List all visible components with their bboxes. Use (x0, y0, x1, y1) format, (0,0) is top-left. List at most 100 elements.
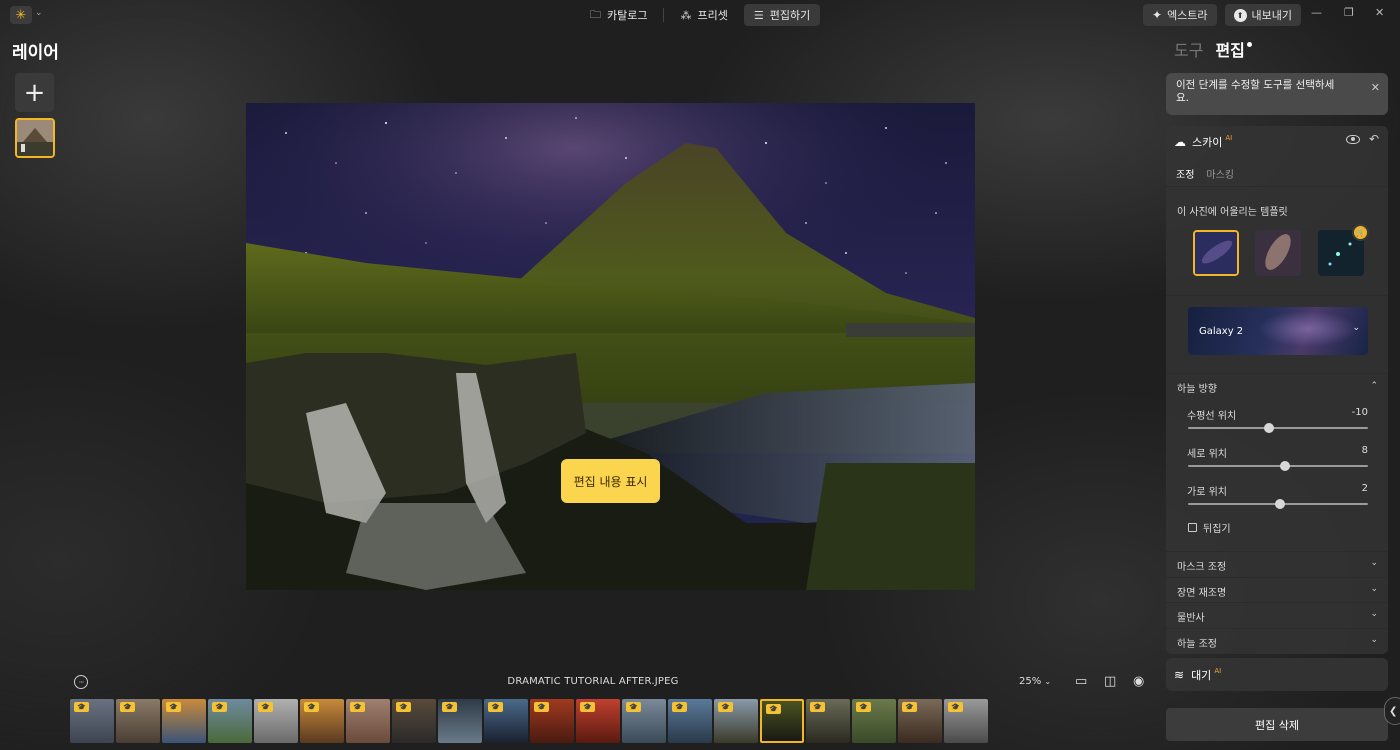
top-right-actions: ✦ 엑스트라 ⬆ 내보내기 (1143, 4, 1302, 26)
filmstrip-thumbnail[interactable]: 🎓 (300, 699, 344, 743)
tutorial-badge-icon: 🎓 (166, 702, 181, 712)
show-edits-button[interactable]: 편집 내용 표시 (561, 459, 660, 503)
filmstrip-thumbnail[interactable]: 🎓 (760, 699, 804, 743)
section-header[interactable]: 마스크 조정 (1177, 558, 1226, 573)
split-view-icon[interactable]: ◫ (1104, 674, 1116, 689)
chevron-down-icon[interactable]: ⌄ (1370, 609, 1378, 619)
chevron-down-icon[interactable]: ⌄ (35, 8, 43, 18)
filmstrip-thumbnail[interactable]: 🎓 (254, 699, 298, 743)
filmstrip-thumbnail[interactable]: 🎓 (898, 699, 942, 743)
chevron-down-icon[interactable]: ⌄ (1370, 584, 1378, 594)
filmstrip-thumbnail[interactable]: 🎓 (208, 699, 252, 743)
layers-title: 레이어 (12, 43, 59, 63)
filmstrip-thumbnail[interactable]: 🎓 (806, 699, 850, 743)
tutorial-badge-icon: 🎓 (766, 704, 781, 714)
file-name: DRAMATIC TUTORIAL AFTER.JPEG (507, 676, 679, 687)
divider (1166, 295, 1388, 296)
tutorial-badge-icon: 🎓 (396, 702, 411, 712)
extras-button[interactable]: ✦ 엑스트라 (1143, 4, 1217, 26)
slider-thumb[interactable] (1280, 461, 1291, 471)
undo-icon[interactable]: ↶ (1369, 132, 1379, 146)
section-header[interactable]: 하늘 조정 (1177, 635, 1217, 650)
close-window-icon[interactable]: ✕ (1375, 6, 1384, 19)
plus-icon: + (23, 77, 46, 108)
eye-icon[interactable]: ◉ (1133, 674, 1144, 689)
checkbox-box[interactable] (1188, 523, 1197, 532)
slider-thumb[interactable] (1274, 499, 1285, 509)
atmosphere-icon: ≋ (1174, 667, 1185, 682)
filmstrip-thumbnail[interactable]: 🎓 (714, 699, 758, 743)
flip-checkbox[interactable]: 뒤집기 (1188, 520, 1231, 535)
slider-track[interactable] (1188, 499, 1368, 509)
divider (1166, 628, 1388, 629)
filmstrip-thumbnail[interactable]: 🎓 (622, 699, 666, 743)
main-photo-canvas[interactable] (246, 103, 975, 590)
section-header[interactable]: 물반사 (1177, 609, 1205, 624)
chevron-up-icon[interactable]: ⌃ (1370, 381, 1378, 391)
zoom-value: 25% (1019, 676, 1042, 687)
edits-indicator-dot (1246, 42, 1252, 47)
compare-view-icon[interactable]: ▭ (1075, 674, 1087, 689)
filmstrip-thumbnail[interactable]: 🎓 (668, 699, 712, 743)
filmstrip-thumbnail[interactable]: 🎓 (162, 699, 206, 743)
filmstrip-thumbnail[interactable]: 🎓 (438, 699, 482, 743)
cloud-icon: ☁ (1174, 135, 1186, 149)
wait-tool-row[interactable]: ≋ 대기 AI (1166, 658, 1388, 691)
ai-badge: AI (1214, 666, 1222, 675)
eye-icon[interactable] (1346, 135, 1360, 144)
sky-orientation-title[interactable]: 하늘 방향 (1177, 380, 1217, 395)
chevron-down-icon[interactable]: ⌄ (1370, 558, 1378, 568)
chevron-down-icon[interactable]: ⌄ (1370, 635, 1378, 645)
layer-thumbnail[interactable] (15, 118, 55, 158)
nav-edit-button[interactable]: ☰ 편집하기 (743, 4, 821, 26)
nav-presets-button[interactable]: ⁂ 프리셋 (670, 4, 737, 26)
slider-thumb[interactable] (1264, 423, 1274, 433)
delete-edits-button[interactable]: 편집 삭제 (1166, 708, 1388, 741)
filmstrip-thumbnail[interactable]: 🎓 (944, 699, 988, 743)
tutorial-badge-icon: 🎓 (120, 702, 135, 712)
close-icon[interactable]: ✕ (1371, 81, 1380, 94)
filmstrip-thumbnail[interactable]: 🎓 (346, 699, 390, 743)
tutorial-badge-icon: 🎓 (902, 702, 917, 712)
nav-catalog-button[interactable]: 🗀 카탈로그 (580, 4, 657, 26)
filmstrip-thumbnail[interactable]: 🎓 (116, 699, 160, 743)
tutorial-badge-icon: 🎓 (718, 702, 733, 712)
template-1[interactable] (1193, 230, 1239, 276)
filmstrip-thumbnail[interactable]: 🎓 (852, 699, 896, 743)
tutorial-badge-icon: 🎓 (810, 702, 825, 712)
nav-edit-label: 편집하기 (769, 9, 811, 22)
minimize-icon[interactable]: — (1311, 6, 1322, 19)
template-2[interactable] (1255, 230, 1301, 276)
hint-banner: 이전 단계를 수정할 도구를 선택하세요. ✕ (1166, 73, 1388, 115)
slider-track[interactable] (1188, 423, 1368, 433)
sun-logo-icon: ✳ (15, 7, 27, 23)
tab-adjust[interactable]: 조정 (1176, 166, 1194, 181)
sky-tool-header[interactable]: ☁ 스카이 AI ↶ (1166, 126, 1388, 158)
flip-label: 뒤집기 (1203, 524, 1231, 535)
slider-track[interactable] (1188, 461, 1368, 471)
templates-label: 이 사진에 어울리는 템플릿 (1177, 207, 1288, 218)
more-options-icon[interactable]: ··· (74, 675, 88, 689)
filmstrip-thumbnail[interactable]: 🎓 (576, 699, 620, 743)
tutorial-badge-icon: 🎓 (212, 702, 227, 712)
tutorial-badge-icon: 🎓 (258, 702, 273, 712)
app-logo-button[interactable]: ✳ (10, 6, 32, 24)
export-button[interactable]: ⬆ 내보내기 (1224, 4, 1302, 26)
filmstrip-thumbnail[interactable]: 🎓 (484, 699, 528, 743)
collapse-panel-icon[interactable]: ❮ (1384, 697, 1400, 725)
sky-select-dropdown[interactable]: Galaxy 2 ⌄ (1188, 307, 1368, 355)
right-panel-tabs: 도구 편집 (1174, 37, 1262, 61)
tab-tools[interactable]: 도구 (1174, 37, 1203, 61)
restore-icon[interactable]: ❐ (1344, 6, 1354, 19)
filmstrip-thumbnail[interactable]: 🎓 (392, 699, 436, 743)
sparkle-icon: ✦ (1152, 8, 1163, 22)
filmstrip-thumbnail[interactable]: 🎓 (70, 699, 114, 743)
tutorial-badge-icon: 🎓 (74, 702, 89, 712)
divider (1166, 602, 1388, 603)
section-header[interactable]: 장면 재조명 (1177, 584, 1226, 599)
tab-masking[interactable]: 마스킹 (1206, 166, 1234, 181)
tab-edits[interactable]: 편집 (1215, 37, 1244, 61)
add-layer-button[interactable]: + (15, 73, 54, 112)
filmstrip-thumbnail[interactable]: 🎓 (530, 699, 574, 743)
zoom-dropdown[interactable]: 25% ⌄ (1019, 676, 1051, 687)
